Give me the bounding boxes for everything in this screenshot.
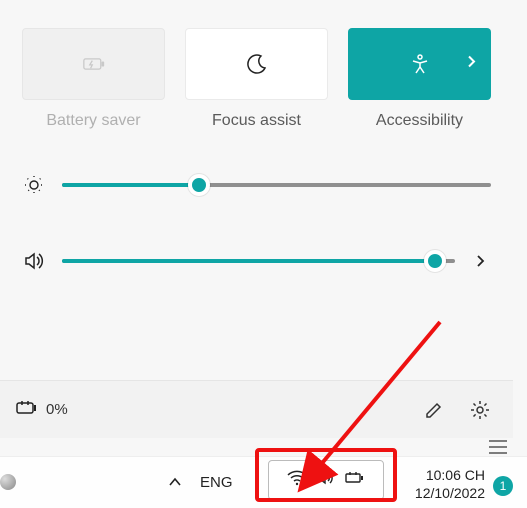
brightness-slider-row [22,174,491,196]
edit-quick-settings-button[interactable] [417,393,451,427]
sliders-section [0,130,513,272]
sound-icon [317,470,335,491]
system-tray[interactable] [268,460,384,500]
volume-icon [22,250,46,272]
notification-badge[interactable]: 1 [493,476,513,496]
volume-fill [62,259,435,263]
power-plug-icon [345,471,365,490]
tray-expand-button[interactable] [168,474,182,492]
focus-assist-label: Focus assist [212,112,301,130]
clock-date: 12/10/2022 [415,484,485,502]
language-indicator[interactable]: ENG [200,474,233,491]
battery-saver-label: Battery saver [46,112,140,130]
volume-slider-row [22,250,491,272]
panel-status-bar: 0% [0,380,513,438]
settings-button[interactable] [463,393,497,427]
accessibility-label: Accessibility [376,112,463,130]
quick-tiles-row: Battery saver Focus assist [0,0,513,130]
brightness-icon [22,174,46,196]
brightness-thumb[interactable] [188,174,210,196]
battery-saver-icon [83,53,105,75]
focus-assist-tile[interactable] [185,28,328,100]
accessibility-tile[interactable] [348,28,491,100]
clock-time: 10:06 CH [415,466,485,484]
focus-assist-group: Focus assist [185,28,328,130]
chevron-right-icon[interactable] [467,55,477,74]
volume-expand-button[interactable] [471,254,491,268]
brightness-fill [62,183,199,187]
moon-icon [246,53,268,75]
taskbar-clock[interactable]: 10:06 CH 12/10/2022 [415,466,485,502]
volume-slider[interactable] [62,259,455,263]
battery-saver-tile [22,28,165,100]
quick-settings-panel: Battery saver Focus assist [0,0,513,438]
battery-status[interactable]: 0% [16,400,68,420]
battery-saver-group: Battery saver [22,28,165,130]
volume-thumb[interactable] [424,250,446,272]
accessibility-icon [409,53,431,75]
wifi-icon [287,470,307,491]
plug-icon [16,400,38,420]
avatar[interactable] [0,474,16,490]
battery-percent-text: 0% [46,401,68,418]
accessibility-group: Accessibility [348,28,491,130]
brightness-slider[interactable] [62,183,491,187]
